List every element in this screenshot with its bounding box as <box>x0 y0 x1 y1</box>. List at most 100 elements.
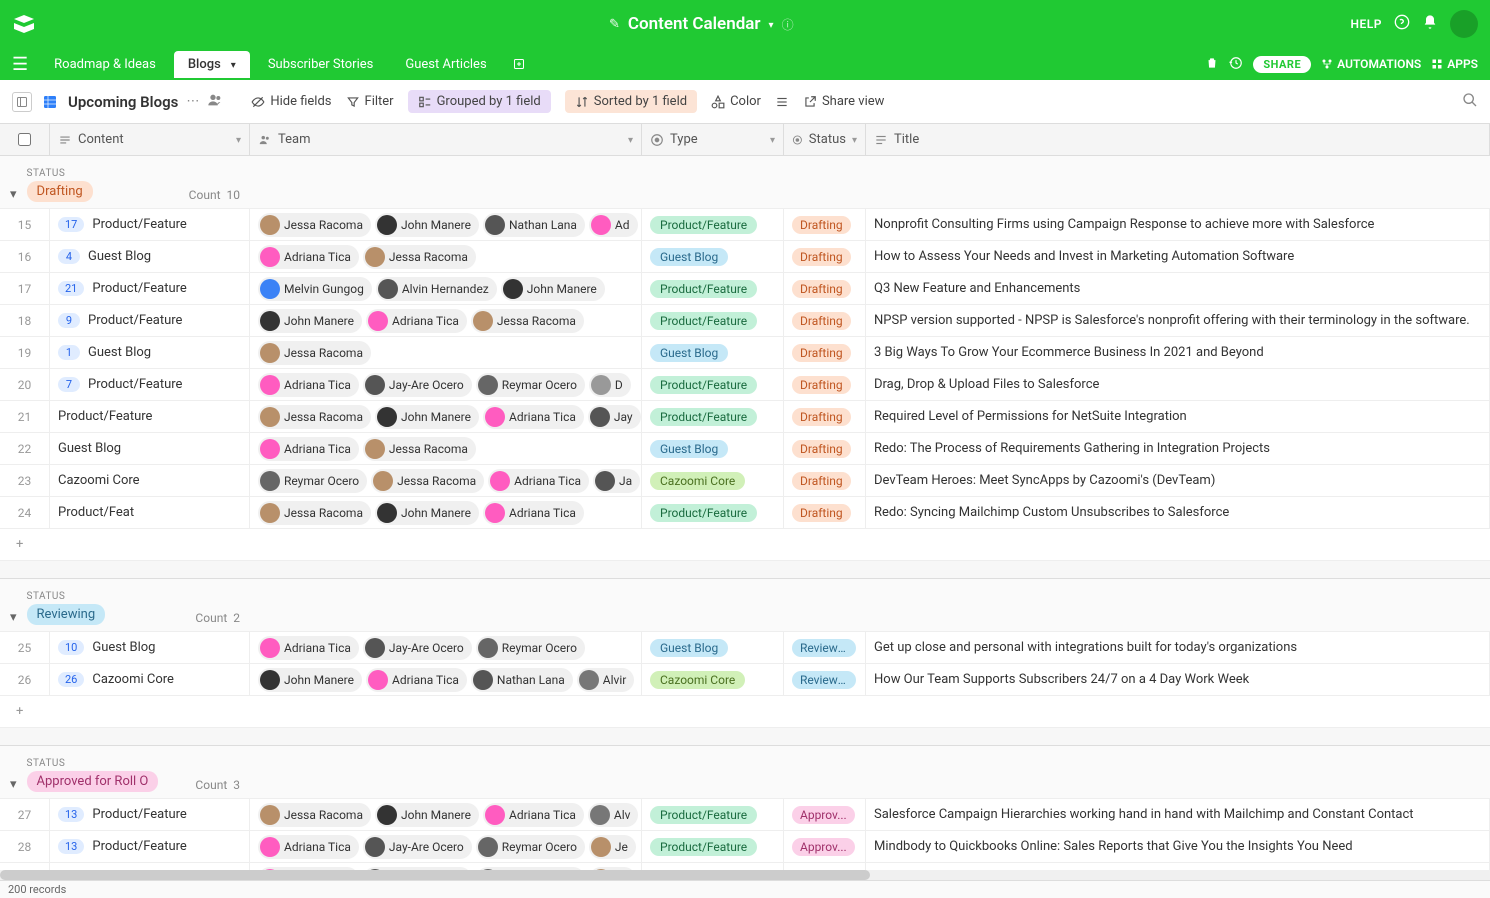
person-chip[interactable]: Adriana Tica <box>483 803 584 827</box>
person-chip[interactable]: Adriana Tica <box>488 469 589 493</box>
sidebar-toggle-icon[interactable] <box>12 92 32 112</box>
chevron-down-icon[interactable] <box>236 132 241 147</box>
person-chip[interactable]: Alvir <box>577 668 635 692</box>
cell-title[interactable]: How to Assess Your Needs and Invest in M… <box>866 241 1490 272</box>
person-chip[interactable]: Jessa Racoma <box>371 469 484 493</box>
cell-status[interactable]: Drafting <box>784 209 866 240</box>
cell-content[interactable]: Guest Blog <box>50 433 250 464</box>
tab-roadmap-ideas[interactable]: Roadmap & Ideas <box>40 51 170 78</box>
cell-title[interactable]: Get up close and personal with integrati… <box>866 632 1490 663</box>
cell-status[interactable]: Approv... <box>784 799 866 830</box>
airtable-logo-icon[interactable] <box>12 12 36 36</box>
cell-type[interactable]: Guest Blog <box>642 632 784 663</box>
filter-button[interactable]: Filter <box>346 94 394 109</box>
table-row[interactable]: 21 Product/Feature Jessa RacomaJohn Mane… <box>0 401 1490 433</box>
bell-icon[interactable] <box>1422 14 1438 34</box>
person-chip[interactable]: Adriana Tica <box>483 405 584 429</box>
cell-type[interactable]: Guest Blog <box>642 337 784 368</box>
cell-team[interactable]: Adriana TicaJay-Are OceroReymar OceroD <box>250 369 642 400</box>
automations-button[interactable]: AUTOMATIONS <box>1321 57 1421 71</box>
more-icon[interactable]: ⋯ <box>186 94 199 109</box>
help-icon[interactable] <box>1394 14 1410 34</box>
share-button[interactable]: SHARE <box>1253 56 1311 73</box>
person-chip[interactable]: Reymar Ocero <box>476 373 585 397</box>
tab-blogs[interactable]: Blogs <box>174 51 250 78</box>
scrollbar-thumb[interactable] <box>0 870 870 880</box>
select-all-checkbox[interactable] <box>18 133 31 146</box>
person-chip[interactable]: John Manere <box>375 803 479 827</box>
person-chip[interactable]: Jessa Racoma <box>471 309 584 333</box>
cell-type[interactable]: Product/Feature <box>642 369 784 400</box>
cell-type[interactable]: Product/Feature <box>642 799 784 830</box>
chevron-down-icon[interactable] <box>770 132 775 147</box>
person-chip[interactable]: Jessa Racoma <box>258 405 371 429</box>
horizontal-scrollbar[interactable] <box>0 870 1490 880</box>
user-avatar[interactable] <box>1450 10 1478 38</box>
person-chip[interactable]: John Manere <box>375 501 479 525</box>
cell-content[interactable]: 13 Product/Feature <box>50 799 250 830</box>
help-link[interactable]: HELP <box>1351 17 1382 31</box>
cell-content[interactable]: 13 Product/Feature <box>50 831 250 862</box>
cell-team[interactable]: Adriana TicaJessa Racoma <box>250 241 642 272</box>
chevron-down-icon[interactable] <box>852 132 857 147</box>
table-row[interactable]: 19 1 Guest Blog Jessa Racoma Guest Blog … <box>0 337 1490 369</box>
cell-title[interactable]: Salesforce Campaign Hierarchies working … <box>866 799 1490 830</box>
cell-team[interactable]: Jessa RacomaJohn ManereAdriana TicaJay <box>250 401 642 432</box>
cell-content[interactable]: 9 Product/Feature <box>50 305 250 336</box>
person-chip[interactable]: Jessa Racoma <box>258 341 371 365</box>
cell-status[interactable]: Approv... <box>784 831 866 862</box>
cell-content[interactable]: 10 Guest Blog <box>50 632 250 663</box>
table-row[interactable]: 24 Product/Feat Jessa RacomaJohn ManereA… <box>0 497 1490 529</box>
table-row[interactable]: 18 9 Product/Feature John ManereAdriana … <box>0 305 1490 337</box>
cell-status[interactable]: Drafting <box>784 369 866 400</box>
cell-content[interactable]: Product/Feature <box>50 401 250 432</box>
cell-title[interactable]: Q3 New Feature and Enhancements <box>866 273 1490 304</box>
cell-status[interactable]: Reviewi... <box>784 632 866 663</box>
person-chip[interactable]: John Manere <box>258 668 362 692</box>
cell-type[interactable]: Cazoomi Core <box>642 664 784 695</box>
tab-guest-articles[interactable]: Guest Articles <box>391 51 500 78</box>
person-chip[interactable]: Adriana Tica <box>258 373 359 397</box>
cell-type[interactable]: Product/Feature <box>642 209 784 240</box>
person-chip[interactable]: Nathan Lana <box>471 668 573 692</box>
view-name[interactable]: Upcoming Blogs <box>68 93 178 111</box>
person-chip[interactable]: Reymar Ocero <box>476 636 585 660</box>
group-collapse-icon[interactable]: ▾ <box>10 610 17 625</box>
table-row[interactable]: 15 17 Product/Feature Jessa RacomaJohn M… <box>0 209 1490 241</box>
grouped-button[interactable]: Grouped by 1 field <box>408 90 551 113</box>
users-icon[interactable] <box>207 92 223 112</box>
cell-status[interactable]: Drafting <box>784 305 866 336</box>
person-chip[interactable]: Jay <box>588 405 641 429</box>
cell-content[interactable]: Product/Feat <box>50 497 250 528</box>
cell-team[interactable]: Jessa RacomaJohn ManereAdriana Tica <box>250 497 642 528</box>
person-chip[interactable]: Jay-Are Ocero <box>363 373 472 397</box>
add-row-button[interactable]: + <box>0 696 1490 728</box>
cell-content[interactable]: 21 Product/Feature <box>50 273 250 304</box>
person-chip[interactable]: Je <box>589 835 636 859</box>
cell-team[interactable]: Reymar OceroJessa RacomaAdriana TicaJa <box>250 465 642 496</box>
cell-content[interactable]: 1 Guest Blog <box>50 337 250 368</box>
cell-team[interactable]: John ManereAdriana TicaJessa Racoma <box>250 305 642 336</box>
cell-team[interactable]: John ManereAdriana TicaNathan LanaAlvir <box>250 664 642 695</box>
person-chip[interactable]: Jessa Racoma <box>363 245 476 269</box>
cell-status[interactable]: Drafting <box>784 497 866 528</box>
table-row[interactable]: 25 10 Guest Blog Adriana TicaJay-Are Oce… <box>0 632 1490 664</box>
cell-team[interactable]: Melvin GungogAlvin HernandezJohn Manere <box>250 273 642 304</box>
column-status[interactable]: Status <box>784 124 866 155</box>
cell-title[interactable]: NPSP version supported - NPSP is Salesfo… <box>866 305 1490 336</box>
person-chip[interactable]: Jessa Racoma <box>363 437 476 461</box>
cell-team[interactable]: Adriana TicaJay-Are OceroReymar OceroJe <box>250 831 642 862</box>
cell-title[interactable]: DevTeam Heroes: Meet SyncApps by Cazoomi… <box>866 465 1490 496</box>
cell-content[interactable]: 7 Product/Feature <box>50 369 250 400</box>
person-chip[interactable]: Adriana Tica <box>258 835 359 859</box>
row-height-button[interactable] <box>775 95 789 109</box>
table-row[interactable]: 22 Guest Blog Adriana TicaJessa Racoma G… <box>0 433 1490 465</box>
chevron-down-icon[interactable] <box>231 57 236 72</box>
person-chip[interactable]: Jessa Racoma <box>258 213 371 237</box>
cell-title[interactable]: Redo: The Process of Requirements Gather… <box>866 433 1490 464</box>
person-chip[interactable]: Jay-Are Ocero <box>363 835 472 859</box>
person-chip[interactable]: Alv <box>588 803 639 827</box>
cell-type[interactable]: Guest Blog <box>642 433 784 464</box>
person-chip[interactable]: Nathan Lana <box>483 213 585 237</box>
history-icon[interactable] <box>1229 56 1243 73</box>
